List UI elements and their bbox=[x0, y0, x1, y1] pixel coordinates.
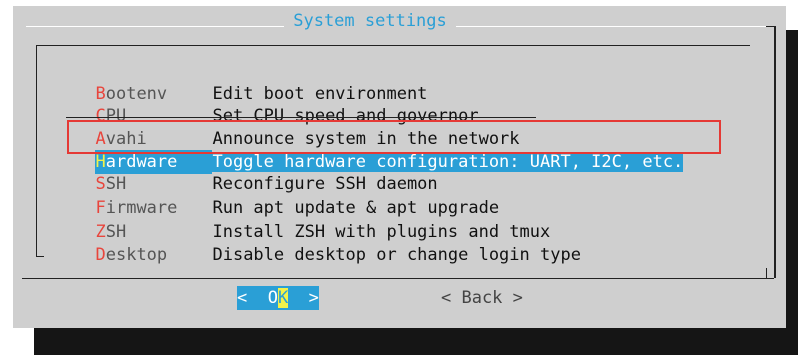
ok-button-left: < O bbox=[237, 288, 278, 308]
hotkey-letter: D bbox=[95, 245, 106, 265]
dialog-border-top-left bbox=[26, 26, 284, 27]
dialog-border-top-right bbox=[456, 26, 774, 27]
dialog-title: System settings bbox=[293, 11, 447, 31]
menu-item-cpu[interactable]: CPU Set CPU speed and governor bbox=[75, 80, 478, 126]
dialog-shadow-bottom bbox=[34, 328, 798, 355]
menu-item-zsh[interactable]: ZSH Install ZSH with plugins and tmux bbox=[75, 196, 550, 242]
menu-frame-top bbox=[36, 45, 750, 46]
menu-item-description: Disable desktop or change login type bbox=[212, 245, 581, 265]
dialog-shadow-right bbox=[786, 30, 798, 355]
menu-item-firmware[interactable]: Firmware Run apt update & apt upgrade bbox=[75, 172, 499, 218]
menu-frame-bottom bbox=[36, 256, 44, 257]
menu-frame-left bbox=[36, 45, 37, 257]
menu-item-desktop[interactable]: Desktop Disable desktop or change login t… bbox=[75, 219, 580, 265]
dialog-border-right bbox=[774, 26, 776, 278]
menu-item-tag: Desktop bbox=[95, 243, 212, 267]
button-separator bbox=[22, 278, 774, 279]
tag-rest: esktop bbox=[105, 245, 168, 265]
ok-button-hotkey: K bbox=[277, 288, 289, 308]
ok-button-right: > bbox=[288, 288, 319, 308]
dialog-border-left bbox=[12, 6, 13, 328]
menu-item-bootenv[interactable]: Bootenv Edit boot environment bbox=[75, 58, 427, 104]
separator-tick bbox=[766, 268, 767, 278]
back-button[interactable]: < Back > bbox=[441, 286, 523, 310]
ok-button[interactable]: < OK > bbox=[237, 286, 319, 310]
menu-item-ssh[interactable]: SSH Reconfigure SSH daemon bbox=[75, 148, 437, 194]
strike-line bbox=[66, 117, 536, 118]
dialog-corner-top-right bbox=[766, 26, 776, 27]
